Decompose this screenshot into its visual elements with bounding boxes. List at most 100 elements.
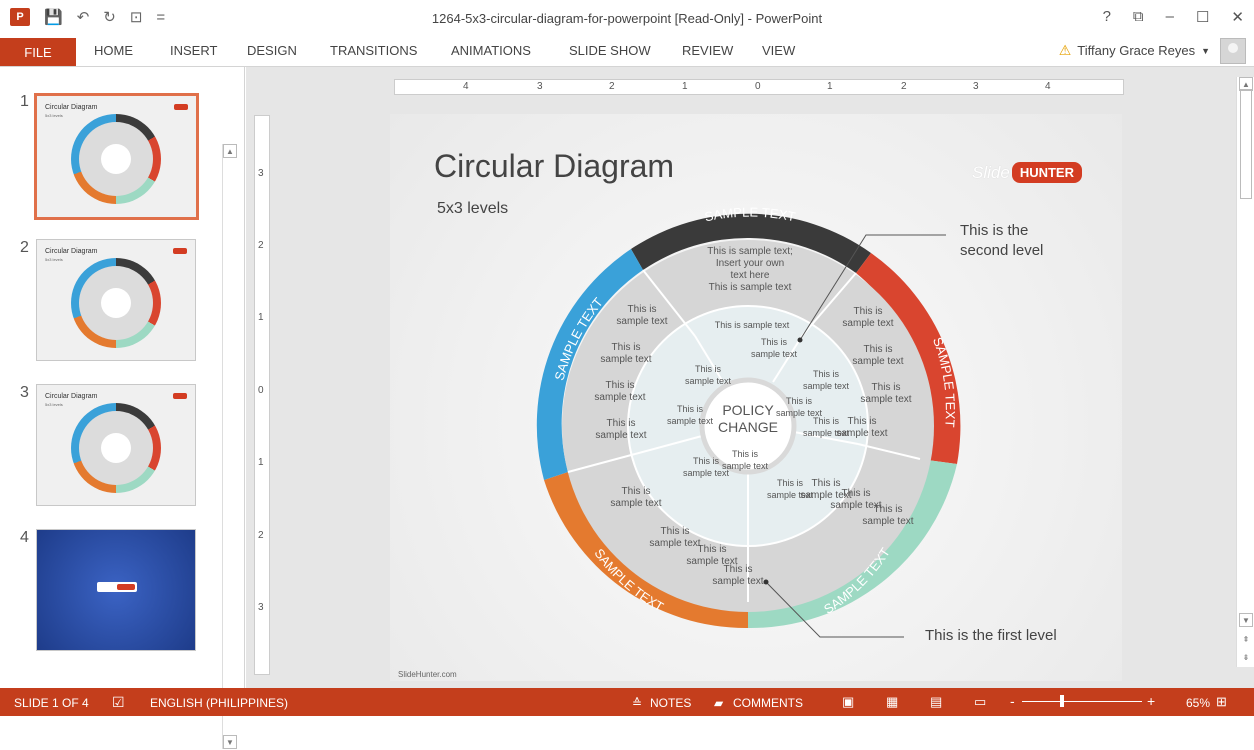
sample-text-line1: This is: [813, 369, 840, 379]
ruler-mark: 1: [258, 457, 264, 468]
notes-icon[interactable]: ≙: [632, 696, 642, 710]
top-text-line: Insert your own: [716, 258, 784, 269]
sample-text-line2: sample text: [610, 498, 661, 509]
reading-view-icon[interactable]: ▤: [930, 694, 942, 710]
avatar[interactable]: [1220, 38, 1246, 64]
scroll-down-icon[interactable]: ▼: [1239, 613, 1253, 627]
zoom-level[interactable]: 65%: [1186, 696, 1210, 710]
comments-button[interactable]: COMMENTS: [733, 696, 803, 710]
tab-insert[interactable]: INSERT: [170, 43, 217, 58]
slide-editor: 4 3 2 1 0 1 2 3 4 3 2 1 0 1 2 3 Circular…: [246, 67, 1254, 688]
fit-to-window-icon[interactable]: ⊞: [1216, 694, 1227, 710]
callout-line: This is the: [960, 222, 1029, 239]
sample-text-line1: This is: [786, 396, 813, 406]
slide-thumbnail-pane: 1 Circular Diagram 5x3 levels 2 Circular…: [0, 67, 245, 749]
tab-design[interactable]: DESIGN: [247, 43, 297, 58]
logo-icon: [97, 582, 137, 592]
user-account[interactable]: ⚠ Tiffany Grace Reyes ▼: [1059, 42, 1210, 59]
sample-text-line2: sample text: [751, 349, 798, 359]
spellcheck-icon[interactable]: ☑: [112, 694, 125, 711]
diagram-thumbnail-core: [101, 144, 131, 174]
slide-show-icon[interactable]: ▭: [974, 694, 986, 710]
thumbnail-scrollbar[interactable]: ▲ ▼: [222, 144, 237, 749]
warning-icon: ⚠: [1058, 42, 1072, 58]
sample-text-line2: sample text: [685, 376, 732, 386]
notes-button[interactable]: NOTES: [650, 696, 691, 710]
sample-text-line1: This is: [628, 304, 657, 315]
diagram-thumbnail-core: [101, 288, 131, 318]
comments-icon[interactable]: ▰: [714, 696, 723, 710]
maximize-button[interactable]: ☐: [1196, 8, 1209, 26]
next-slide-icon[interactable]: ⇟: [1239, 651, 1253, 665]
window-controls: ? ⧉ – ☐ ✕: [1103, 8, 1244, 26]
sample-text-line2: sample text: [803, 381, 850, 391]
center-label-line2: CHANGE: [718, 419, 778, 435]
sample-text-line2: sample text: [842, 318, 893, 329]
sample-text-line1: This is: [693, 456, 720, 466]
slide-thumbnail-4[interactable]: [36, 529, 196, 651]
sample-text-line1: This is: [761, 337, 788, 347]
sample-text-line1: This is: [842, 488, 871, 499]
first-level-text: This is sample text: [715, 320, 790, 330]
slide-thumbnail-2[interactable]: Circular Diagram 5x3 levels: [36, 239, 196, 361]
tab-transitions[interactable]: TRANSITIONS: [330, 43, 417, 58]
callout-line: second level: [960, 242, 1044, 259]
tab-view[interactable]: VIEW: [762, 43, 795, 58]
slide-thumbnail-1[interactable]: Circular Diagram 5x3 levels: [34, 93, 199, 220]
sample-text-line1: This is: [612, 342, 641, 353]
minimize-button[interactable]: –: [1166, 8, 1174, 26]
tab-file[interactable]: FILE: [0, 38, 76, 66]
sample-text-line1: This is: [732, 449, 759, 459]
scroll-thumb[interactable]: [1240, 89, 1252, 199]
thumbnail-title: Circular Diagram: [45, 248, 98, 255]
sample-text-line2: sample text: [852, 356, 903, 367]
sample-text-line2: sample text: [803, 428, 850, 438]
editor-scrollbar[interactable]: ▲ ▼ ⇞ ⇟: [1236, 77, 1254, 667]
language-indicator[interactable]: ENGLISH (PHILIPPINES): [150, 696, 288, 710]
sample-text-line2: sample text: [722, 461, 769, 471]
tab-home[interactable]: HOME: [94, 43, 133, 58]
title-bar: P 💾 ↶ ↻ ⊡ = 1264-5x3-circular-diagram-fo…: [0, 0, 1254, 38]
callout-dot: [797, 337, 803, 343]
user-name: Tiffany Grace Reyes: [1077, 43, 1196, 58]
zoom-slider-handle[interactable]: [1060, 695, 1064, 707]
close-button[interactable]: ✕: [1231, 8, 1244, 26]
tab-slide-show[interactable]: SLIDE SHOW: [569, 43, 651, 58]
center-label-line1: POLICY: [722, 402, 774, 418]
ruler-mark: 1: [827, 81, 833, 92]
sample-text-line2: sample text: [860, 394, 911, 405]
sample-text-line1: This is: [606, 380, 635, 391]
slide-thumbnail-3[interactable]: Circular Diagram 5x3 levels: [36, 384, 196, 506]
slide-canvas[interactable]: Circular Diagram 5x3 levels Slide HUNTER: [390, 114, 1122, 681]
status-bar: SLIDE 1 OF 4 ☑ ENGLISH (PHILIPPINES) ≙ N…: [0, 688, 1254, 716]
circular-diagram[interactable]: POLICY CHANGE SAMPLE TEXT SAMPLE TEXT SA…: [390, 114, 1122, 681]
sample-text-line1: This is: [607, 418, 636, 429]
sample-text-line2: sample text: [594, 392, 645, 403]
zoom-out-icon[interactable]: -: [1010, 693, 1015, 709]
sample-text-line1: This is: [677, 404, 704, 414]
slide-sorter-icon[interactable]: ▦: [886, 694, 898, 710]
zoom-in-icon[interactable]: +: [1147, 693, 1155, 709]
help-button[interactable]: ?: [1103, 8, 1111, 26]
tab-animations[interactable]: ANIMATIONS: [451, 43, 531, 58]
scroll-down-icon[interactable]: ▼: [223, 735, 237, 749]
ruler-mark: 3: [537, 81, 543, 92]
sample-text-line1: This is: [872, 382, 901, 393]
normal-view-icon[interactable]: ▣: [842, 694, 854, 710]
ruler-mark: 1: [258, 312, 264, 323]
diagram-thumbnail-core: [101, 433, 131, 463]
ruler-mark: 0: [258, 385, 264, 396]
zoom-slider[interactable]: [1022, 701, 1142, 702]
sample-text-line2: sample text: [649, 538, 700, 549]
sample-text-line2: sample text: [600, 354, 651, 365]
tab-review[interactable]: REVIEW: [682, 43, 733, 58]
sample-text-line2: sample text: [595, 430, 646, 441]
ribbon-display-options-button[interactable]: ⧉: [1133, 8, 1144, 26]
scroll-up-icon[interactable]: ▲: [1239, 77, 1253, 91]
sample-text-line1: This is: [622, 486, 651, 497]
previous-slide-icon[interactable]: ⇞: [1239, 633, 1253, 647]
sample-text-line2: sample text: [767, 490, 814, 500]
scroll-up-icon[interactable]: ▲: [223, 144, 237, 158]
logo-icon: [173, 248, 187, 254]
callout-first-level: This is the first level: [925, 627, 1057, 644]
